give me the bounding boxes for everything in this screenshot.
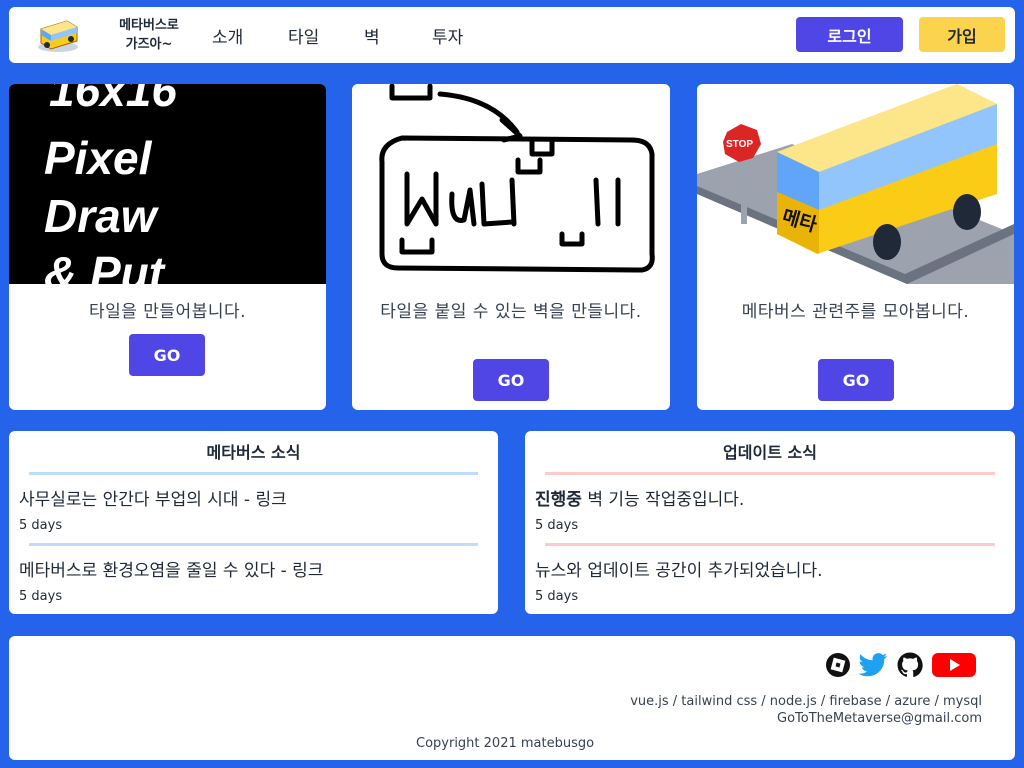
- update-item-1-text: 벽 기능 작업중입니다.: [581, 490, 745, 510]
- invest-card: STOP 메타 메타버스 관련주를 모아봅니다. GO: [697, 84, 1014, 410]
- wall-go-button[interactable]: GO: [473, 359, 549, 401]
- news-time-2: 5 days: [19, 589, 63, 604]
- brand-line1: 메타버스로: [119, 18, 179, 33]
- news-link-2[interactable]: 메타버스로 환경오염을 줄일 수 있다 - 링크: [19, 556, 323, 581]
- update-item-1: 진행중 벽 기능 작업중입니다.: [535, 485, 744, 510]
- header: 메타버스로 가즈아~ 소개 타일 벽 투자 로그인 가입: [9, 7, 1015, 63]
- wall-card: 타일을 붙일 수 있는 벽을 만들니다. GO: [352, 84, 670, 410]
- roblox-icon[interactable]: [821, 652, 855, 678]
- update-news-title: 업데이트 소식: [723, 443, 817, 462]
- stop-sign-text: STOP: [726, 139, 753, 150]
- divider: [545, 472, 995, 475]
- tech-stack: vue.js / tailwind css / node.js / fireba…: [630, 694, 982, 709]
- footer: vue.js / tailwind css / node.js / fireba…: [9, 636, 1015, 760]
- pixel-draw-text-4: & Put: [44, 247, 166, 284]
- copyright: Copyright 2021 matebusgo: [416, 736, 595, 751]
- pixel-draw-text-1: 16x16: [49, 84, 177, 116]
- update-item-2: 뉴스와 업데이트 공간이 추가되었습니다.: [535, 561, 823, 581]
- divider: [29, 543, 478, 546]
- login-button[interactable]: 로그인: [796, 17, 903, 52]
- pixel-draw-image: 16x16 Pixel Draw & Put: [9, 84, 326, 284]
- invest-card-text: 메타버스 관련주를 모아봅니다.: [741, 302, 970, 322]
- nav-intro[interactable]: 소개: [212, 23, 243, 48]
- update-status-label: 진행중: [535, 490, 582, 510]
- update-news-panel: 업데이트 소식 진행중 벽 기능 작업중입니다. 5 days 뉴스와 업데이트…: [525, 431, 1015, 614]
- news-time-1: 5 days: [19, 518, 63, 533]
- youtube-icon[interactable]: [931, 652, 977, 678]
- nav-invest[interactable]: 투자: [432, 23, 463, 48]
- bus-logo-icon[interactable]: [35, 17, 81, 53]
- tile-go-button[interactable]: GO: [129, 334, 205, 376]
- nav-tile[interactable]: 타일: [288, 23, 319, 48]
- github-icon[interactable]: [893, 652, 927, 678]
- wall-card-text: 타일을 붙일 수 있는 벽을 만들니다.: [380, 302, 642, 322]
- join-button[interactable]: 가입: [919, 17, 1005, 52]
- metaverse-news-title: 메타버스 소식: [206, 443, 301, 462]
- update-time-1: 5 days: [535, 518, 579, 533]
- tile-card-text: 타일을 만들어봅니다.: [88, 302, 247, 322]
- news-link-1[interactable]: 사무실로는 안간다 부업의 시대 - 링크: [19, 485, 287, 510]
- twitter-icon[interactable]: [856, 652, 890, 678]
- divider: [29, 472, 478, 475]
- pixel-draw-text-2: Pixel: [44, 132, 153, 184]
- wall-drawing-image: [352, 84, 670, 284]
- update-time-2: 5 days: [535, 589, 579, 604]
- tile-card: 16x16 Pixel Draw & Put 타일을 만들어봅니다. GO: [9, 84, 326, 410]
- brand-name[interactable]: 메타버스로 가즈아~: [99, 16, 199, 54]
- contact-email[interactable]: GoToTheMetaverse@gmail.com: [777, 711, 982, 726]
- metaverse-news-panel: 메타버스 소식 사무실로는 안간다 부업의 시대 - 링크 5 days 메타버…: [9, 431, 498, 614]
- invest-go-button[interactable]: GO: [818, 359, 894, 401]
- nav-wall[interactable]: 벽: [364, 23, 380, 48]
- divider: [545, 543, 995, 546]
- pixel-draw-text-3: Draw: [44, 190, 160, 242]
- bus-image: STOP 메타: [697, 84, 1014, 284]
- brand-line2: 가즈아~: [125, 37, 173, 52]
